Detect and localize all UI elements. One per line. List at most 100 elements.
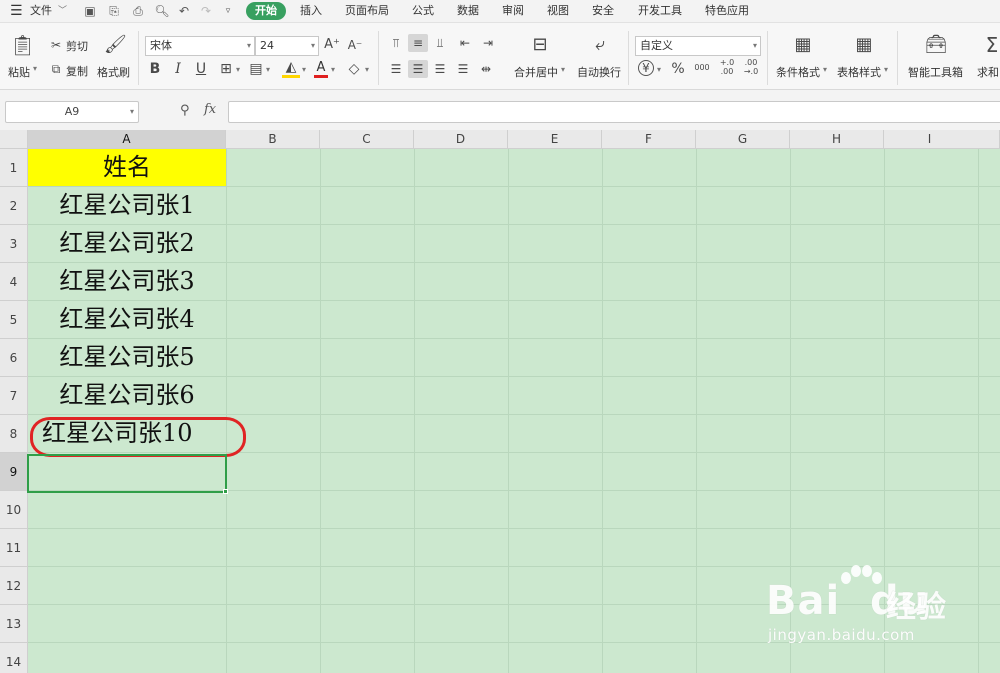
fx-button[interactable]: fx [204,102,216,117]
row-header-10[interactable]: 10 [0,491,28,529]
font-size-select[interactable]: 24 ▾ [255,36,319,56]
cell-a1-header[interactable]: 姓名 [28,149,226,186]
table-style-dropdown-icon[interactable]: ▾ [884,65,888,74]
print-preview-icon[interactable]: 🔍︎ [154,3,170,19]
align-left-icon[interactable]: ☰ [387,60,405,78]
export-icon[interactable]: ⎘ [106,3,122,19]
row-header-12[interactable]: 12 [0,567,28,605]
currency-dropdown-icon[interactable]: ▾ [657,65,661,74]
file-menu[interactable]: 文件 [30,0,52,22]
column-header-e[interactable]: E [508,130,602,149]
tab-review[interactable]: 审阅 [502,0,524,22]
copy-icon[interactable]: ⧉ [48,60,64,78]
tab-data[interactable]: 数据 [457,0,479,22]
column-header-g[interactable]: G [696,130,790,149]
italic-button[interactable]: I [170,60,186,78]
sum-icon[interactable]: Σ [982,34,1000,56]
thousands-separator-button[interactable]: 000 [692,60,712,76]
clear-format-icon[interactable]: ◇ [346,60,362,78]
toolbox-icon[interactable]: 🧰︎ [924,34,948,56]
column-header-h[interactable]: H [790,130,884,149]
row-header-2[interactable]: 2 [0,187,28,225]
increase-font-icon[interactable]: A⁺ [324,36,340,54]
tab-special-features[interactable]: 特色应用 [705,0,749,22]
row-header-9[interactable]: 9 [0,453,28,491]
cut-button[interactable]: 剪切 [66,38,88,54]
tab-developer[interactable]: 开发工具 [638,0,682,22]
cell-a6[interactable]: 红星公司张5 [28,339,226,376]
column-header-i[interactable]: I [884,130,1000,149]
increase-decimal-button[interactable]: +.0 .00 [716,58,738,76]
merge-dropdown-icon[interactable]: ▾ [561,65,565,74]
hamburger-menu-icon[interactable]: ☰ [10,0,23,22]
row-header-11[interactable]: 11 [0,529,28,567]
select-all-corner[interactable] [0,130,28,149]
fill-pattern-dropdown-icon[interactable]: ▾ [266,65,270,74]
table-style-button[interactable]: 表格样式 [837,64,881,80]
undo-icon[interactable]: ↶ [176,3,192,19]
spreadsheet-grid[interactable]: A B C D E F G H I 1 2 3 4 5 6 7 8 9 10 1… [0,130,1000,673]
column-header-c[interactable]: C [320,130,414,149]
distributed-align-icon[interactable]: ⇹ [477,60,495,78]
column-header-f[interactable]: F [602,130,696,149]
column-header-b[interactable]: B [226,130,320,149]
conditional-format-dropdown-icon[interactable]: ▾ [823,65,827,74]
conditional-format-button[interactable]: 条件格式 [776,64,820,80]
name-box[interactable]: A9 ▾ [5,101,139,123]
scissors-icon[interactable]: ✂ [48,36,64,54]
cell-a2[interactable]: 红星公司张1 [28,187,226,224]
cell-a3[interactable]: 红星公司张2 [28,225,226,262]
currency-button[interactable]: ¥ [638,60,654,76]
tab-start[interactable]: 开始 [246,2,286,20]
column-header-d[interactable]: D [414,130,508,149]
merge-center-icon[interactable]: ⊟ [528,34,552,56]
row-header-3[interactable]: 3 [0,225,28,263]
smart-toolbox-button[interactable]: 智能工具箱 [908,64,963,80]
fill-color-icon[interactable]: ◭ [282,60,300,78]
decrease-indent-icon[interactable]: ⇤ [456,34,474,52]
row-header-5[interactable]: 5 [0,301,28,339]
borders-dropdown-icon[interactable]: ▾ [236,65,240,74]
decrease-decimal-button[interactable]: .00 →.0 [740,58,762,76]
tab-insert[interactable]: 插入 [300,0,322,22]
fill-handle[interactable] [223,489,228,494]
align-right-icon[interactable]: ☰ [431,60,449,78]
fill-pattern-icon[interactable]: ▤ [248,60,264,78]
tab-security[interactable]: 安全 [592,0,614,22]
align-bottom-icon[interactable]: ⫫ [431,34,449,52]
tab-view[interactable]: 视图 [547,0,569,22]
format-painter-icon[interactable]: 🖌︎ [104,34,127,56]
copy-button[interactable]: 复制 [66,63,88,79]
selected-cell-a9[interactable] [27,454,227,493]
merge-center-button[interactable]: 合并居中 [514,64,558,80]
paste-dropdown-icon[interactable]: ▾ [33,64,37,73]
bold-button[interactable]: B [147,60,163,78]
font-name-select[interactable]: 宋体 ▾ [145,36,255,56]
increase-indent-icon[interactable]: ⇥ [479,34,497,52]
wrap-text-button[interactable]: 自动换行 [577,64,621,80]
row-header-13[interactable]: 13 [0,605,28,643]
underline-button[interactable]: U [193,60,209,78]
column-header-a[interactable]: A [28,130,226,149]
row-header-1[interactable]: 1 [0,149,28,187]
cell-a5[interactable]: 红星公司张4 [28,301,226,338]
sum-button[interactable]: 求和 [977,64,999,80]
number-format-select[interactable]: 自定义 ▾ [635,36,761,56]
wrap-text-icon[interactable]: ⤶ [588,34,612,56]
row-header-8[interactable]: 8 [0,415,28,453]
fill-color-dropdown-icon[interactable]: ▾ [302,65,306,74]
conditional-format-icon[interactable]: ▦ [791,34,815,56]
align-top-icon[interactable]: ⫪ [387,34,405,52]
clear-dropdown-icon[interactable]: ▾ [365,65,369,74]
zoom-search-icon[interactable]: ⚲ [180,103,190,118]
tab-formulas[interactable]: 公式 [412,0,434,22]
paste-icon[interactable]: 📋︎ [10,33,35,57]
justify-icon[interactable]: ☰ [454,60,472,78]
formula-input[interactable] [228,101,1000,123]
tab-page-layout[interactable]: 页面布局 [345,0,389,22]
customize-toolbar-icon[interactable]: ▿ [220,3,236,19]
align-middle-icon[interactable]: ≡ [408,34,428,52]
chevron-down-icon[interactable]: ﹀ [58,0,67,22]
row-header-14[interactable]: 14 [0,643,28,673]
row-header-6[interactable]: 6 [0,339,28,377]
